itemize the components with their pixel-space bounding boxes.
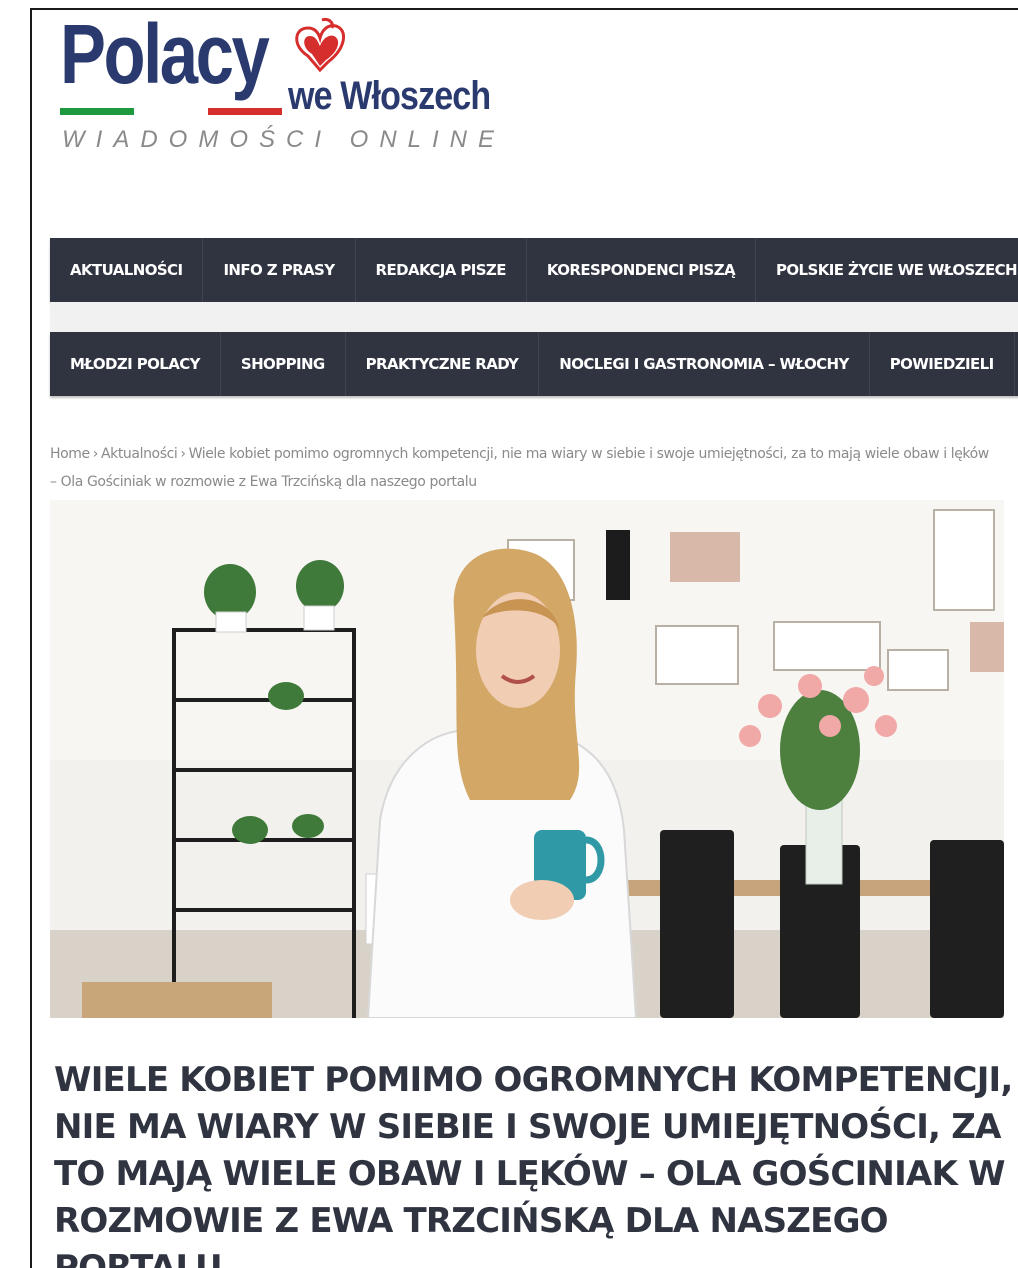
nav-item-aktualnosci[interactable]: AKTUALNOŚCI [50,238,204,302]
nav-item-praktyczne-rady[interactable]: PRAKTYCZNE RADY [346,332,540,396]
nav-item-noclegi-gastronomia[interactable]: NOCLEGI I GASTRONOMIA – WŁOCHY [539,332,870,396]
breadcrumb-separator: › [180,446,186,462]
secondary-nav: MŁODZI POLACY SHOPPING PRAKTYCZNE RADY N… [50,332,1018,396]
nav-item-redakcja-pisze[interactable]: REDAKCJA PISZE [356,238,527,302]
nav-spacer [50,302,1018,332]
nav-item-info-z-prasy[interactable]: INFO Z PRASY [203,238,356,302]
page-frame: Polacy we Włoszech WIADOMOŚCI ONLINE AKT… [30,8,1018,1268]
nav-item-korespondenci-pisza[interactable]: KORESPONDENCI PISZĄ [527,238,757,302]
breadcrumb-section[interactable]: Aktualności [101,446,178,462]
logo-flag-stripe [60,108,282,115]
logo-tagline: WIADOMOŚCI ONLINE [62,126,506,153]
nav-item-shopping[interactable]: SHOPPING [221,332,346,396]
article-hero-image [50,500,1004,1018]
article-title: Wiele kobiet pomimo ogromnych kompetencj… [54,1059,1013,1268]
logo-suffix: we Włoszech [288,74,491,118]
primary-nav: AKTUALNOŚCI INFO Z PRASY REDAKCJA PISZE … [50,238,1018,302]
breadcrumb-home[interactable]: Home [50,446,90,462]
nav-item-powiedzieli[interactable]: POWIEDZIELI [870,332,1015,396]
breadcrumb-separator: › [92,446,99,462]
heart-icon [295,18,345,73]
breadcrumb-current: Wiele kobiet pomimo ogromnych kompetencj… [50,446,989,490]
nav-item-polskie-zycie[interactable]: POLSKIE ŻYCIE WE WŁOSZECH [756,238,1018,302]
nav-item-mlodzi-polacy[interactable]: MŁODZI POLACY [50,332,221,396]
site-logo[interactable]: Polacy we Włoszech WIADOMOŚCI ONLINE [60,12,530,162]
hero-photo [50,500,1004,1018]
breadcrumb: Home › Aktualności › Wiele kobiet pomimo ogr… [50,440,990,496]
logo-wordmark: Polacy [60,8,270,101]
